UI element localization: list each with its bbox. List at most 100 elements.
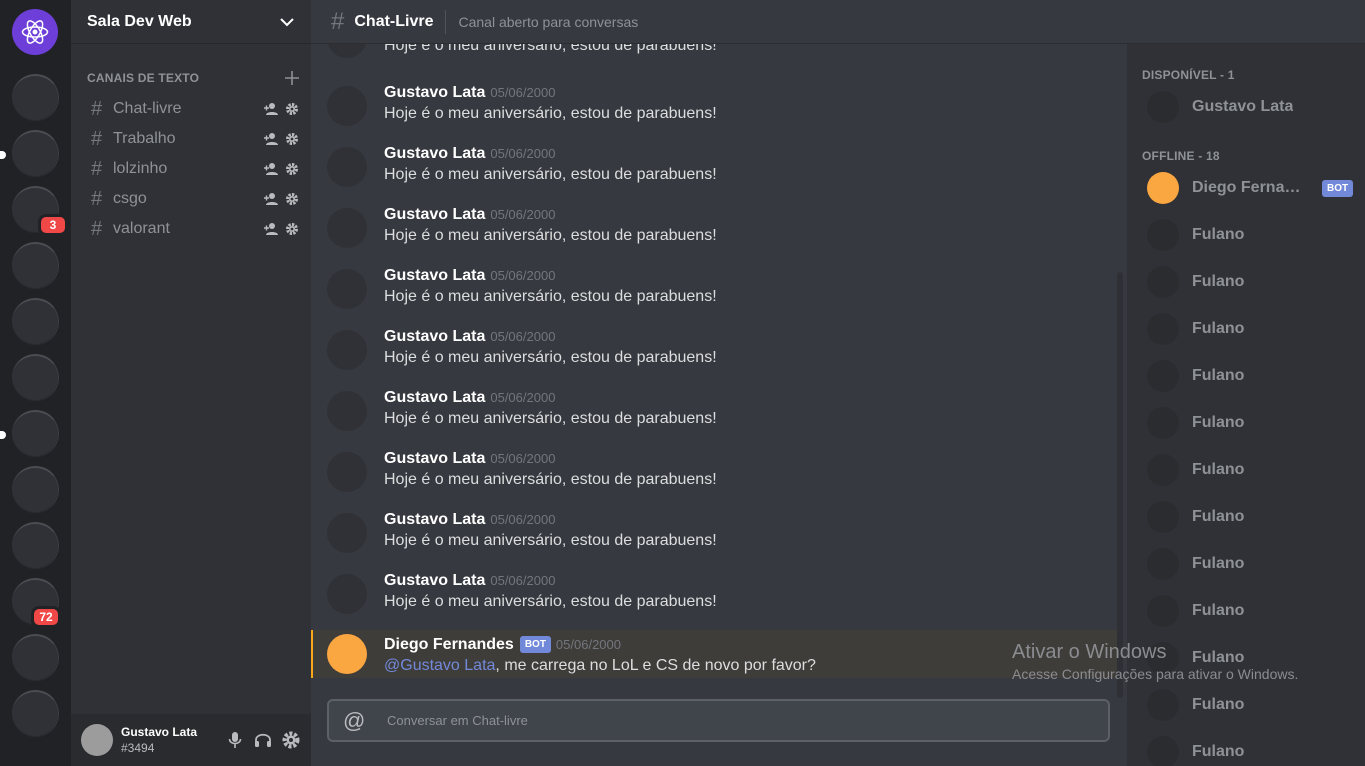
settings-gear-icon[interactable]: [285, 132, 299, 146]
message[interactable]: Gustavo Lata 05/06/2000 Hoje é o meu aniv…: [311, 389, 1117, 450]
bot-badge: BOT: [519, 636, 551, 653]
message[interactable]: Gustavo Lata 05/06/2000 Hoje é o meu aniv…: [311, 572, 1117, 633]
invite-icon[interactable]: [263, 102, 279, 116]
channel-item[interactable]: # valorant: [71, 214, 311, 244]
author-name[interactable]: Gustavo Lata: [384, 267, 485, 284]
member-item[interactable]: Fulano: [1147, 358, 1357, 394]
add-channel-icon[interactable]: [285, 71, 299, 85]
avatar[interactable]: [327, 44, 367, 58]
at-sign-icon[interactable]: @: [343, 708, 387, 734]
member-item[interactable]: Gustavo Lata: [1147, 89, 1357, 125]
channel-item[interactable]: # Chat-livre: [71, 94, 311, 124]
server-icon[interactable]: [12, 410, 59, 457]
author-name[interactable]: Gustavo Lata: [384, 511, 485, 528]
member-item[interactable]: Fulano: [1147, 734, 1357, 766]
member-item[interactable]: Fulano: [1147, 546, 1357, 582]
avatar[interactable]: [327, 513, 367, 553]
chat-area: # Chat-Livre Canal aberto para conversas…: [311, 0, 1365, 766]
author-name[interactable]: Gustavo Lata: [384, 389, 485, 406]
scrollbar[interactable]: [1117, 272, 1123, 698]
member-item[interactable]: Fulano: [1147, 499, 1357, 535]
user-mention[interactable]: @Gustavo Lata: [384, 657, 495, 674]
home-server-button[interactable]: [12, 9, 58, 55]
message[interactable]: Gustavo Lata 05/06/2000 Hoje é o meu aniv…: [311, 450, 1117, 511]
member-item[interactable]: Fulano: [1147, 264, 1357, 300]
server-icon[interactable]: [12, 354, 59, 401]
avatar[interactable]: [327, 391, 367, 431]
avatar[interactable]: [327, 147, 367, 187]
server-icon[interactable]: [12, 242, 59, 289]
channel-name: valorant: [113, 220, 170, 237]
message[interactable]: Gustavo Lata 05/06/2000 Hoje é o meu aniv…: [311, 206, 1117, 267]
avatar[interactable]: [327, 330, 367, 370]
message[interactable]: Gustavo Lata 05/06/2000 Hoje é o meu aniv…: [311, 267, 1117, 328]
member-name: Diego Fernandes: [1192, 179, 1310, 196]
channel-sidebar: Sala Dev Web CANAIS DE TEXTO # Chat-livr…: [71, 0, 311, 766]
settings-gear-icon[interactable]: [285, 222, 299, 236]
invite-icon[interactable]: [263, 192, 279, 206]
message-input[interactable]: [387, 713, 1067, 728]
author-name[interactable]: Gustavo Lata: [384, 572, 485, 589]
avatar[interactable]: [327, 86, 367, 126]
member-item[interactable]: Fulano: [1147, 593, 1357, 629]
settings-gear-icon[interactable]: [285, 192, 299, 206]
member-item[interactable]: Fulano: [1147, 217, 1357, 253]
message-text: Hoje é o meu aniversário, estou de parab…: [384, 44, 717, 54]
server-icon[interactable]: [12, 466, 59, 513]
member-item[interactable]: Fulano: [1147, 687, 1357, 723]
server-icon[interactable]: [12, 690, 59, 737]
invite-icon[interactable]: [263, 162, 279, 176]
timestamp: 05/06/2000: [490, 329, 556, 344]
avatar[interactable]: [327, 269, 367, 309]
message[interactable]: Gustavo Lata 05/06/2000 Hoje é o meu aniv…: [311, 84, 1117, 145]
settings-gear-icon[interactable]: [285, 162, 299, 176]
hash-icon: #: [91, 97, 103, 120]
react-logo-icon: [21, 20, 49, 44]
server-header[interactable]: Sala Dev Web: [71, 0, 311, 44]
member-item[interactable]: Fulano: [1147, 405, 1357, 441]
author-name[interactable]: Diego Fernandes: [384, 636, 514, 653]
author-name[interactable]: Gustavo Lata: [384, 206, 485, 223]
message[interactable]: Gustavo Lata 05/06/2000 Hoje é o meu aniv…: [311, 145, 1117, 206]
headphones-icon[interactable]: [253, 730, 273, 750]
timestamp: 05/06/2000: [490, 85, 556, 100]
mention-message[interactable]: Diego Fernandes BOT 05/06/2000 @Gustavo La…: [311, 630, 1117, 678]
message[interactable]: Hoje é o meu aniversário, estou de parab…: [311, 44, 1117, 77]
author-name[interactable]: Gustavo Lata: [384, 450, 485, 467]
channel-item[interactable]: # lolzinho: [71, 154, 311, 184]
member-item[interactable]: Diego Fernandes BOT: [1147, 170, 1357, 206]
offline-category: OFFLINE - 18: [1142, 149, 1220, 163]
avatar[interactable]: [81, 724, 113, 756]
avatar: [1147, 454, 1179, 486]
server-icon[interactable]: [12, 298, 59, 345]
avatar[interactable]: [327, 574, 367, 614]
channel-category[interactable]: CANAIS DE TEXTO: [71, 71, 311, 85]
member-item[interactable]: Fulano: [1147, 311, 1357, 347]
settings-gear-icon[interactable]: [285, 102, 299, 116]
message[interactable]: Gustavo Lata 05/06/2000 Hoje é o meu aniv…: [311, 328, 1117, 389]
member-item[interactable]: Fulano: [1147, 452, 1357, 488]
author-name[interactable]: Gustavo Lata: [384, 145, 485, 162]
timestamp: 05/06/2000: [490, 207, 556, 222]
avatar[interactable]: [327, 634, 367, 674]
avatar: [1147, 360, 1179, 392]
member-name: Fulano: [1192, 649, 1245, 666]
server-icon[interactable]: [12, 74, 59, 121]
invite-icon[interactable]: [263, 132, 279, 146]
member-name: Fulano: [1192, 555, 1245, 572]
channel-item[interactable]: # Trabalho: [71, 124, 311, 154]
invite-icon[interactable]: [263, 222, 279, 236]
server-icon[interactable]: [12, 634, 59, 681]
message-text: , me carrega no LoL e CS de novo por fav…: [495, 657, 816, 674]
channel-item[interactable]: # csgo: [71, 184, 311, 214]
server-icon[interactable]: [12, 522, 59, 569]
message[interactable]: Gustavo Lata 05/06/2000 Hoje é o meu aniv…: [311, 511, 1117, 572]
author-name[interactable]: Gustavo Lata: [384, 84, 485, 101]
microphone-icon[interactable]: [225, 730, 245, 750]
member-item[interactable]: Fulano: [1147, 640, 1357, 676]
avatar[interactable]: [327, 452, 367, 492]
author-name[interactable]: Gustavo Lata: [384, 328, 485, 345]
avatar[interactable]: [327, 208, 367, 248]
server-icon[interactable]: [12, 130, 59, 177]
user-settings-gear-icon[interactable]: [281, 730, 301, 750]
